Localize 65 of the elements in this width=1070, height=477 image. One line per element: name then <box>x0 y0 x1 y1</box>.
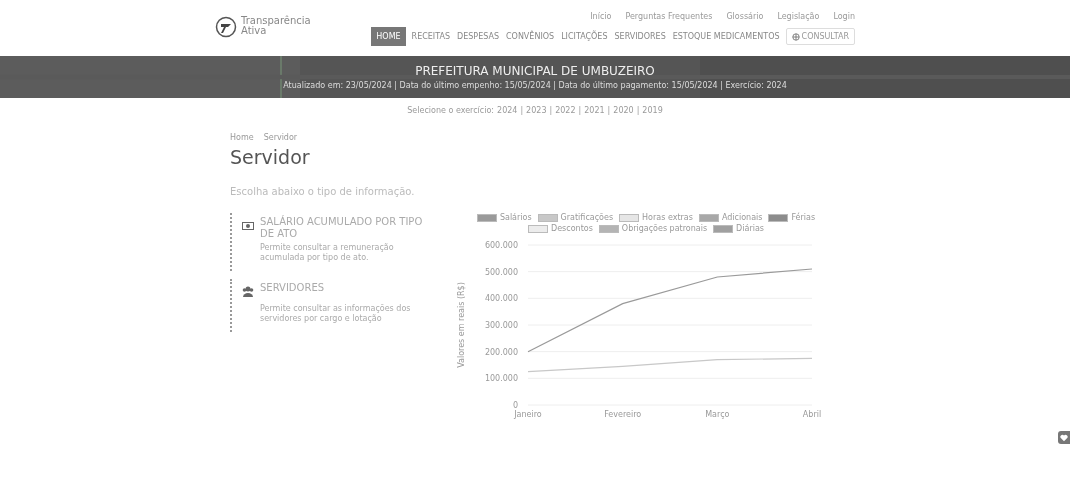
top-link[interactable]: Glossário <box>726 12 764 21</box>
nav-tab[interactable]: HOME <box>371 27 406 46</box>
axis-title: Valores em reais (R$) <box>457 282 466 368</box>
info-card[interactable]: SERVIDORES Permite consultar as informações dos servidores por cargo e lotação <box>230 279 430 332</box>
card-title: SERVIDORES <box>260 282 325 294</box>
banner-title: PREFEITURA MUNICIPAL DE UMBUZEIRO <box>415 64 655 78</box>
top-link[interactable]: Legislação <box>777 12 820 21</box>
nav-tab[interactable]: ESTOQUE MEDICAMENTOS <box>671 28 781 45</box>
nav-tab[interactable]: CONVÊNIOS <box>505 28 556 45</box>
globe-icon <box>791 32 800 41</box>
year-link[interactable]: 2022 <box>555 106 576 115</box>
axis-tick-label: 100.000 <box>484 374 518 384</box>
breadcrumb-link[interactable]: Home <box>230 133 254 142</box>
legend-label: Horas extras <box>642 213 693 222</box>
axis-tick-label: 500.000 <box>484 267 518 277</box>
nav-tab[interactable]: SERVIDORES <box>613 28 667 45</box>
legend-label: Gratificações <box>560 213 614 222</box>
axis-tick-label: 300.000 <box>484 321 518 330</box>
top-link[interactable]: Perguntas Frequentes <box>625 12 713 21</box>
year-link[interactable]: 2020 <box>613 106 634 115</box>
page-title: Servidor <box>230 146 311 168</box>
axis-tick-label: 0 <box>512 401 518 410</box>
axis-tick-label: Abril <box>802 410 822 419</box>
separator: | <box>607 106 611 115</box>
users-icon <box>242 286 254 297</box>
consult-button[interactable]: CONSULTAR <box>785 28 855 45</box>
year-label: Selecione o exercício: <box>407 106 495 115</box>
axis-tick-label: Fevereiro <box>604 410 642 419</box>
legend-label: Salários <box>499 213 532 222</box>
legend-label: Descontos <box>551 224 593 233</box>
axis-tick-label: Janeiro <box>514 410 542 419</box>
separator: | <box>636 106 640 115</box>
logo-text: Ativa <box>241 26 267 36</box>
logo-icon <box>215 16 237 38</box>
nav-tab[interactable]: DESPESAS <box>456 28 500 45</box>
breadcrumb-current: Servidor <box>263 133 298 142</box>
year-link[interactable]: 2021 <box>584 106 605 115</box>
nav-tab[interactable]: RECEITAS <box>410 28 452 45</box>
card-description: Permite consultar as informações dos servidores por cargo e lotação <box>260 304 412 324</box>
info-card[interactable]: SALÁRIO ACUMULADO POR TIPO DE ATO Permite consultar a remuneração acumulada por tipo de ato. <box>230 213 430 271</box>
top-link[interactable]: Login <box>833 12 855 21</box>
separator: | <box>520 106 524 115</box>
card-title: SALÁRIO ACUMULADO POR TIPO DE ATO <box>260 216 424 240</box>
axis-tick-label: 200.000 <box>484 347 518 357</box>
logo-text: Transparência <box>241 16 311 26</box>
top-link[interactable]: Início <box>590 12 612 21</box>
legend-label: Adicionais <box>721 213 763 222</box>
separator: | <box>578 106 582 115</box>
axis-tick-label: 400.000 <box>484 294 518 304</box>
legend-label: Obrigações patronais <box>621 224 708 233</box>
update-info: Atualizado em: 23/05/2024 | Data do último empenho: 15/05/2024 | Data do último pagamento: 15/05/2024 | Exercício: 2024 <box>283 81 787 90</box>
legend-label: Diárias <box>736 224 764 233</box>
nav-tab[interactable]: LICITAÇÕES <box>560 28 609 45</box>
year-link[interactable]: 2019 <box>642 106 663 115</box>
axis-tick-label: 600.000 <box>484 241 518 250</box>
instruction-text: Escolha abaixo o tipo de informação. <box>230 186 416 197</box>
money-icon <box>242 221 254 231</box>
axis-tick-label: Março <box>705 410 730 419</box>
heart-icon <box>1060 433 1068 442</box>
card-description: Permite consultar a remuneração acumulada por tipo de ato. <box>260 243 395 263</box>
year-link[interactable]: 2023 <box>526 106 547 115</box>
separator: | <box>549 106 553 115</box>
accessibility-button[interactable] <box>1058 431 1070 444</box>
legend-label: Férias <box>791 213 816 222</box>
year-link[interactable]: 2024 <box>497 106 518 115</box>
